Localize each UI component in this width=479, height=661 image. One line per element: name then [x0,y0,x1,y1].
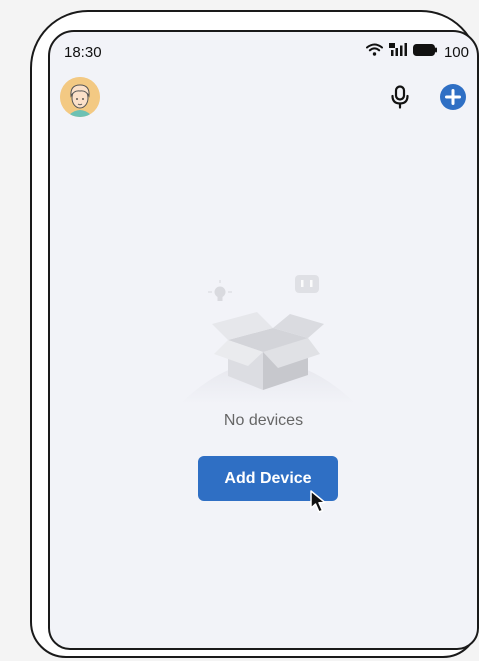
signal-icon [388,43,407,61]
mouse-cursor-icon [308,489,330,515]
toolbar [50,74,477,122]
battery-icon [412,43,437,61]
app-screen: 18:30 100 No devices Add Device [48,30,479,650]
stage: 18:30 100 No devices Add Device [0,0,479,661]
battery-level: 100 [443,43,469,61]
empty-state-message: No devices [223,412,304,429]
plus-circle-icon[interactable] [439,83,467,111]
microphone-icon[interactable] [387,84,413,110]
wifi-icon [365,43,383,61]
status-time: 18:30 [64,44,102,61]
status-icons: 100 [365,43,469,61]
status-bar: 18:30 100 [50,32,477,66]
empty-box-icon [178,264,358,404]
avatar-icon[interactable] [60,77,100,117]
